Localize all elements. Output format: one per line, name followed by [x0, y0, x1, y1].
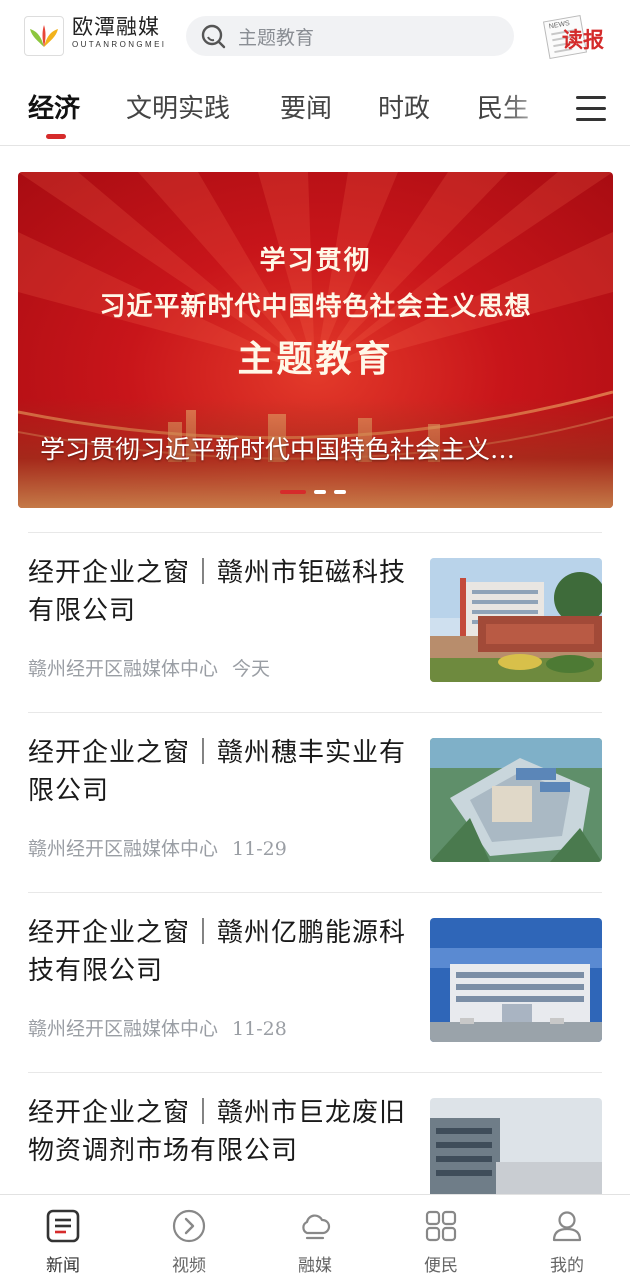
- leaf-logo-icon: [30, 25, 58, 47]
- app-header: 欧潭融媒 OUTANRONGMEI 主题教育 NEWS 读报: [0, 0, 630, 72]
- news-source: 赣州经开区融媒体中心: [28, 838, 219, 860]
- news-thumbnail: [430, 558, 602, 682]
- brand-name: 欧潭融媒 OUTANRONGMEI: [72, 14, 166, 50]
- news-source: 赣州经开区融媒体中心: [28, 658, 219, 680]
- carousel-dot-active: [280, 490, 306, 494]
- banner-heading-line2: 习近平新时代中国特色社会主义思想: [99, 292, 532, 322]
- nav-media-label: 融媒: [298, 1256, 332, 1276]
- read-label: 读报: [562, 27, 604, 52]
- carousel-dot: [334, 490, 346, 494]
- news-title: 经开企业之窗｜赣州市钜磁科技有限公司: [28, 558, 407, 626]
- news-icon: [46, 1209, 80, 1243]
- banner-carousel[interactable]: 学习贯彻 习近平新时代中国特色社会主义思想 主题教育 学习贯彻习近平新时代中国特…: [18, 172, 613, 508]
- search-icon: [201, 24, 226, 49]
- read-newspaper-button[interactable]: NEWS 读报: [542, 14, 608, 60]
- nav-video-label: 视频: [172, 1256, 206, 1276]
- user-icon: [552, 1211, 582, 1242]
- nav-profile-label: 我的: [550, 1256, 584, 1276]
- bottom-tab-bar: 新闻 视频 融媒 便民 我的: [0, 1194, 630, 1280]
- active-tab-indicator: [46, 134, 66, 139]
- news-meta: 赣州经开区融媒体中心 11-29: [28, 834, 287, 861]
- nav-news[interactable]: 新闻: [0, 1195, 126, 1280]
- news-title: 经开企业之窗｜赣州市巨龙废旧物资调剂市场有限公司: [28, 1098, 407, 1166]
- news-date: 11-28: [232, 1018, 287, 1040]
- news-source: 赣州经开区融媒体中心: [28, 1018, 219, 1040]
- banner-caption: 学习贯彻习近平新时代中国特色社会主义…: [40, 435, 516, 464]
- banner-heading-line3: 主题教育: [237, 339, 394, 380]
- news-thumbnail: [430, 918, 602, 1042]
- news-title: 经开企业之窗｜赣州亿鹏能源科技有限公司: [28, 918, 407, 986]
- search-placeholder: 主题教育: [238, 26, 315, 49]
- tab-economy[interactable]: 经济: [28, 92, 80, 126]
- news-date: 11-29: [232, 838, 287, 860]
- banner-heading-line1: 学习贯彻: [259, 246, 372, 276]
- video-icon: [172, 1209, 206, 1243]
- tab-politics[interactable]: 时政: [378, 92, 430, 126]
- nav-profile[interactable]: 我的: [504, 1195, 630, 1280]
- nav-media[interactable]: 融媒: [252, 1195, 378, 1280]
- news-date: 今天: [232, 658, 271, 680]
- carousel-dot: [314, 490, 326, 494]
- nav-video[interactable]: 视频: [126, 1195, 252, 1280]
- channel-tabs: 经济 文明实践 要闻 时政 民生: [0, 78, 630, 146]
- grid-icon: [425, 1210, 457, 1242]
- news-item[interactable]: 经开企业之窗｜赣州市钜磁科技有限公司 赣州经开区融媒体中心 今天: [28, 532, 602, 682]
- nav-services[interactable]: 便民: [378, 1195, 504, 1280]
- brand-name-en: OUTANRONGMEI: [72, 40, 167, 49]
- news-meta: 赣州经开区融媒体中心 11-28: [28, 1014, 287, 1041]
- tab-headlines[interactable]: 要闻: [280, 92, 332, 126]
- tabs-fade: [500, 86, 560, 142]
- brand-name-cn: 欧潭融媒: [72, 15, 160, 39]
- cloud-icon: [302, 1214, 331, 1240]
- news-title: 经开企业之窗｜赣州穗丰实业有限公司: [28, 738, 407, 806]
- news-item[interactable]: 经开企业之窗｜赣州亿鹏能源科技有限公司 赣州经开区融媒体中心 11-28: [28, 892, 602, 1042]
- news-item[interactable]: 经开企业之窗｜赣州穗丰实业有限公司 赣州经开区融媒体中心 11-29: [28, 712, 602, 862]
- channel-menu-icon[interactable]: [576, 96, 606, 122]
- tab-civilization-practice[interactable]: 文明实践: [126, 92, 230, 126]
- news-meta: 赣州经开区融媒体中心 今天: [28, 654, 270, 681]
- nav-news-label: 新闻: [46, 1256, 80, 1276]
- news-thumbnail: [430, 738, 602, 862]
- app-logo[interactable]: [24, 16, 64, 56]
- nav-services-label: 便民: [424, 1256, 458, 1276]
- search-bar[interactable]: 主题教育: [186, 16, 514, 56]
